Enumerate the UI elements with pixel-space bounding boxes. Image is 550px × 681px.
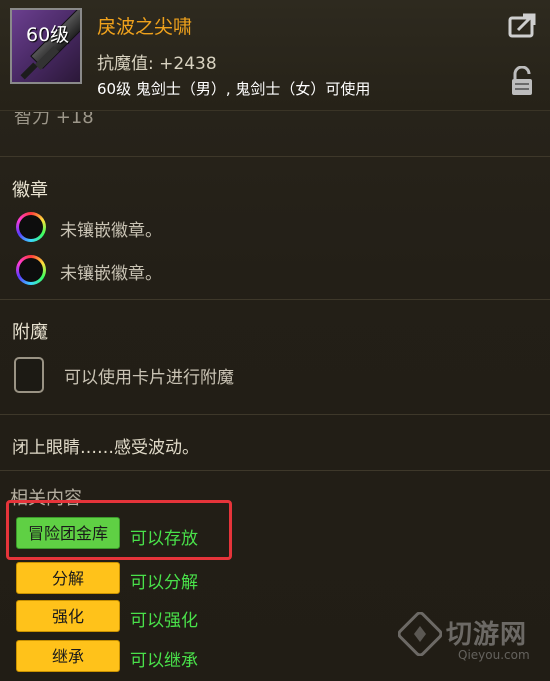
tag-desc: 可以继承 bbox=[130, 651, 198, 671]
item-name: 戾波之尖啸 bbox=[97, 16, 193, 38]
tag-disassemble[interactable]: 分解 bbox=[16, 562, 120, 594]
item-icon[interactable]: 60级 bbox=[10, 8, 82, 84]
emblem-slot-label: 未镶嵌徽章。 bbox=[60, 221, 162, 241]
usable-class-line: 60级 鬼剑士（男）, 鬼剑士（女）可使用 bbox=[97, 80, 371, 98]
clipped-stat-text: 智力 +18 bbox=[14, 112, 94, 126]
stat-line: 抗魔值: +2438 bbox=[97, 54, 217, 74]
tag-adventure-vault[interactable]: 冒险团金库 bbox=[16, 517, 120, 549]
divider bbox=[0, 156, 550, 157]
rainbow-socket-icon[interactable] bbox=[16, 255, 46, 285]
sword-hilt-shape bbox=[20, 62, 38, 80]
tag-desc: 可以强化 bbox=[130, 611, 198, 631]
rainbow-socket-icon[interactable] bbox=[16, 212, 46, 242]
divider bbox=[0, 470, 550, 471]
watermark-subtext: Qieyou.com bbox=[458, 648, 530, 662]
flavor-text: 闭上眼睛……感受波动。 bbox=[12, 438, 199, 458]
item-tooltip-panel: 60级 戾波之尖啸 抗魔值: +2438 60级 鬼剑士（男）, 鬼剑士（女）可… bbox=[0, 0, 550, 681]
watermark-logo-icon bbox=[398, 612, 442, 656]
card-slot-icon[interactable] bbox=[14, 357, 44, 393]
divider bbox=[0, 414, 550, 415]
share-external-icon[interactable] bbox=[508, 12, 538, 38]
tag-desc: 可以存放 bbox=[130, 529, 198, 549]
tag-desc: 可以分解 bbox=[130, 573, 198, 593]
padlock-icon[interactable] bbox=[510, 66, 534, 96]
emblem-slot-label: 未镶嵌徽章。 bbox=[60, 264, 162, 284]
site-watermark: 切游网 Qieyou.com bbox=[398, 612, 546, 668]
tag-enhance[interactable]: 强化 bbox=[16, 600, 120, 632]
level-badge: 60级 bbox=[26, 24, 70, 46]
enchant-section-title: 附魔 bbox=[12, 322, 48, 343]
watermark-text: 切游网 bbox=[446, 620, 528, 650]
tooltip-header: 60级 戾波之尖啸 抗魔值: +2438 60级 鬼剑士（男）, 鬼剑士（女）可… bbox=[0, 0, 550, 111]
enchant-slot-label: 可以使用卡片进行附魔 bbox=[64, 368, 234, 388]
divider bbox=[0, 299, 550, 300]
tag-inherit[interactable]: 继承 bbox=[16, 640, 120, 672]
emblem-section-title: 徽章 bbox=[12, 180, 48, 201]
